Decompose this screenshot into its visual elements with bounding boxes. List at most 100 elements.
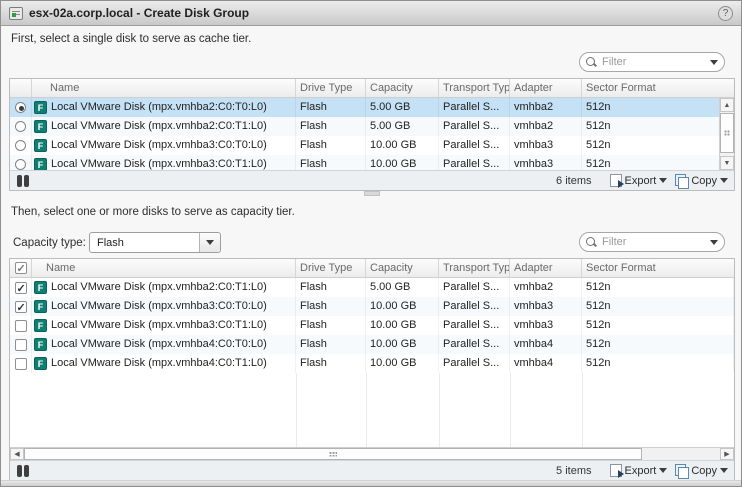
- chevron-down-icon: [720, 468, 728, 473]
- horizontal-scrollbar[interactable]: ◀ ▶: [10, 447, 734, 460]
- drive-type: Flash: [296, 354, 366, 373]
- disk-name: Local VMware Disk (mpx.vmhba2:C0:T0:L0): [51, 98, 267, 117]
- radio-button[interactable]: [15, 140, 26, 151]
- radio-button[interactable]: [15, 102, 26, 113]
- cache-disk-table: Name Drive Type Capacity Transport Type …: [9, 78, 735, 191]
- scroll-left-icon[interactable]: ◀: [10, 448, 24, 460]
- create-disk-group-dialog: esx-02a.corp.local - Create Disk Group ?…: [0, 0, 742, 487]
- sector-format: 512n: [582, 297, 734, 316]
- column-header-name[interactable]: Name: [32, 79, 296, 97]
- adapter: vmhba3: [510, 155, 582, 170]
- capacity: 10.00 GB: [366, 136, 439, 155]
- table-row[interactable]: FLocal VMware Disk (mpx.vmhba2:C0:T0:L0)…: [10, 98, 734, 117]
- disk-name: Local VMware Disk (mpx.vmhba2:C0:T1:L0): [51, 278, 267, 297]
- table-row[interactable]: FLocal VMware Disk (mpx.vmhba3:C0:T0:L0)…: [10, 297, 734, 316]
- transport-type: Parallel S...: [439, 297, 510, 316]
- capacity-filter-input[interactable]: Filter: [579, 232, 725, 252]
- find-icon[interactable]: [16, 175, 30, 187]
- scroll-up-icon[interactable]: ▲: [720, 98, 734, 112]
- row-checkbox[interactable]: [15, 301, 27, 313]
- chevron-down-icon[interactable]: [710, 60, 718, 65]
- sector-format: 512n: [582, 354, 734, 373]
- adapter: vmhba4: [510, 335, 582, 354]
- search-icon: [586, 57, 597, 68]
- cache-table-footer: 6 items Export Copy: [10, 170, 734, 190]
- transport-type: Parallel S...: [439, 354, 510, 373]
- table-row[interactable]: FLocal VMware Disk (mpx.vmhba3:C0:T0:L0)…: [10, 136, 734, 155]
- capacity-disk-table: Name Drive Type Capacity Transport Type …: [9, 258, 735, 481]
- adapter: vmhba2: [510, 117, 582, 136]
- dropdown-button[interactable]: [199, 233, 220, 252]
- column-header-drive-type[interactable]: Drive Type: [296, 259, 366, 277]
- radio-button[interactable]: [15, 121, 26, 132]
- capacity: 10.00 GB: [366, 155, 439, 170]
- copy-button[interactable]: Copy: [675, 174, 728, 187]
- column-header-adapter[interactable]: Adapter: [510, 259, 582, 277]
- flash-disk-icon: F: [34, 319, 47, 332]
- copy-button[interactable]: Copy: [675, 464, 728, 477]
- disk-name: Local VMware Disk (mpx.vmhba3:C0:T0:L0): [51, 297, 267, 316]
- flash-disk-icon: F: [34, 338, 47, 351]
- column-header-transport-type[interactable]: Transport Type: [439, 79, 510, 97]
- sector-format: 512n: [582, 316, 734, 335]
- table-row[interactable]: F Local VMware Disk (mpx.vmhba4:C0:T1:L0)…: [10, 354, 734, 373]
- transport-type: Parallel S...: [439, 98, 510, 117]
- column-header-name[interactable]: Name: [32, 259, 296, 277]
- scroll-down-icon[interactable]: ▼: [720, 156, 734, 170]
- select-all-checkbox[interactable]: [15, 262, 27, 274]
- capacity-type-dropdown[interactable]: Flash: [89, 232, 221, 253]
- export-button[interactable]: Export: [610, 464, 668, 477]
- export-button[interactable]: Export: [610, 174, 668, 187]
- drive-type: Flash: [296, 98, 366, 117]
- capacity: 10.00 GB: [366, 354, 439, 373]
- table-row[interactable]: FLocal VMware Disk (mpx.vmhba2:C0:T1:L0)…: [10, 117, 734, 136]
- row-checkbox[interactable]: [15, 339, 27, 351]
- scroll-right-icon[interactable]: ▶: [720, 448, 734, 460]
- drive-type: Flash: [296, 335, 366, 354]
- table-row[interactable]: FLocal VMware Disk (mpx.vmhba3:C0:T1:L0)…: [10, 155, 734, 170]
- copy-icon: [675, 464, 688, 477]
- sector-format: 512n: [582, 335, 734, 354]
- dialog-titlebar: esx-02a.corp.local - Create Disk Group ?: [1, 1, 741, 26]
- table-row[interactable]: F Local VMware Disk (mpx.vmhba3:C0:T1:L0)…: [10, 316, 734, 335]
- adapter: vmhba4: [510, 354, 582, 373]
- dialog-title: esx-02a.corp.local - Create Disk Group: [29, 6, 718, 20]
- drive-type: Flash: [296, 278, 366, 297]
- transport-type: Parallel S...: [439, 278, 510, 297]
- column-header-adapter[interactable]: Adapter: [510, 79, 582, 97]
- row-checkbox[interactable]: [15, 320, 27, 332]
- flash-disk-icon: F: [34, 120, 47, 133]
- capacity-table-rows: F Local VMware Disk (mpx.vmhba2:C0:T1:L0)…: [10, 278, 734, 373]
- column-header-transport-type[interactable]: Transport Type: [439, 259, 510, 277]
- disk-name: Local VMware Disk (mpx.vmhba4:C0:T0:L0): [51, 335, 267, 354]
- column-header-sector-format[interactable]: Sector Format: [582, 79, 734, 97]
- scrollbar-thumb[interactable]: [720, 113, 734, 153]
- items-count: 6 items: [556, 175, 591, 187]
- cache-filter-input[interactable]: Filter: [579, 52, 725, 72]
- row-checkbox[interactable]: [15, 282, 27, 294]
- row-checkbox[interactable]: [15, 358, 27, 370]
- adapter: vmhba3: [510, 297, 582, 316]
- column-header-drive-type[interactable]: Drive Type: [296, 79, 366, 97]
- vertical-scrollbar[interactable]: ▲ ▼: [719, 98, 734, 170]
- column-header-sector-format[interactable]: Sector Format: [582, 259, 734, 277]
- flash-disk-icon: F: [34, 357, 47, 370]
- disk-name: Local VMware Disk (mpx.vmhba4:C0:T1:L0): [51, 354, 267, 373]
- table-row[interactable]: FLocal VMware Disk (mpx.vmhba2:C0:T1:L0)…: [10, 278, 734, 297]
- disk-name: Local VMware Disk (mpx.vmhba3:C0:T1:L0): [51, 316, 267, 335]
- copy-icon: [675, 174, 688, 187]
- disk-name: Local VMware Disk (mpx.vmhba3:C0:T1:L0): [51, 155, 267, 170]
- help-icon[interactable]: ?: [718, 6, 733, 21]
- find-icon[interactable]: [16, 465, 30, 477]
- scrollbar-thumb[interactable]: [24, 448, 642, 460]
- column-header-capacity[interactable]: Capacity: [366, 79, 439, 97]
- sector-format: 512n: [582, 278, 734, 297]
- table-empty-area: [10, 373, 734, 447]
- chevron-down-icon[interactable]: [710, 240, 718, 245]
- splitter-handle[interactable]: [364, 191, 380, 196]
- column-header-capacity[interactable]: Capacity: [366, 259, 439, 277]
- radio-button[interactable]: [15, 159, 26, 170]
- chevron-down-icon: [720, 178, 728, 183]
- table-row[interactable]: F Local VMware Disk (mpx.vmhba4:C0:T0:L0)…: [10, 335, 734, 354]
- sector-format: 512n: [582, 98, 734, 117]
